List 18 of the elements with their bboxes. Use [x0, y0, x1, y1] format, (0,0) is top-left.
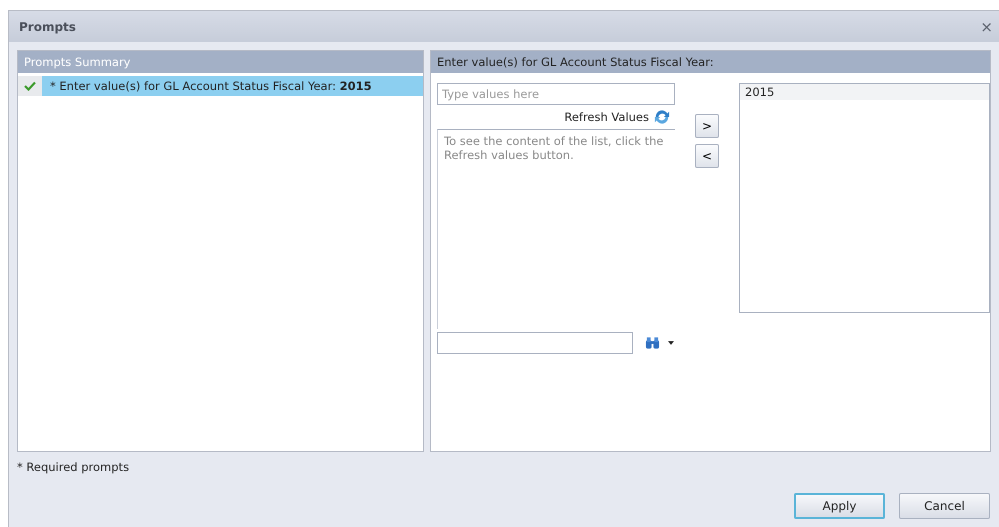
binoculars-icon[interactable]	[645, 336, 660, 350]
input-field[interactable]: Type values here	[437, 83, 675, 105]
list-item[interactable]: 2015	[740, 84, 989, 100]
caret-icon[interactable]	[668, 341, 674, 345]
close-button[interactable]: ×	[978, 18, 995, 36]
dialog-button[interactable]: Apply	[794, 493, 885, 519]
panel-header: Prompts Summary	[18, 51, 423, 73]
prompt-item[interactable]: * Enter value(s) for GL Account Status Fiscal Year: 2015	[42, 76, 423, 96]
refresh-link[interactable]: Refresh Values	[564, 110, 649, 124]
window-title: Prompts	[19, 20, 76, 34]
refresh-icon[interactable]	[653, 109, 671, 125]
search-field[interactable]	[437, 332, 633, 354]
required-note: * Required prompts	[17, 460, 130, 474]
list-message: To see the content of the list, click the Refresh values button.	[444, 134, 664, 162]
dialog-button[interactable]: Cancel	[899, 493, 990, 519]
remove-button[interactable]: <	[695, 144, 719, 168]
add-button[interactable]: >	[695, 114, 719, 138]
panel-header: Enter value(s) for GL Account Status Fiscal Year:	[431, 51, 990, 73]
